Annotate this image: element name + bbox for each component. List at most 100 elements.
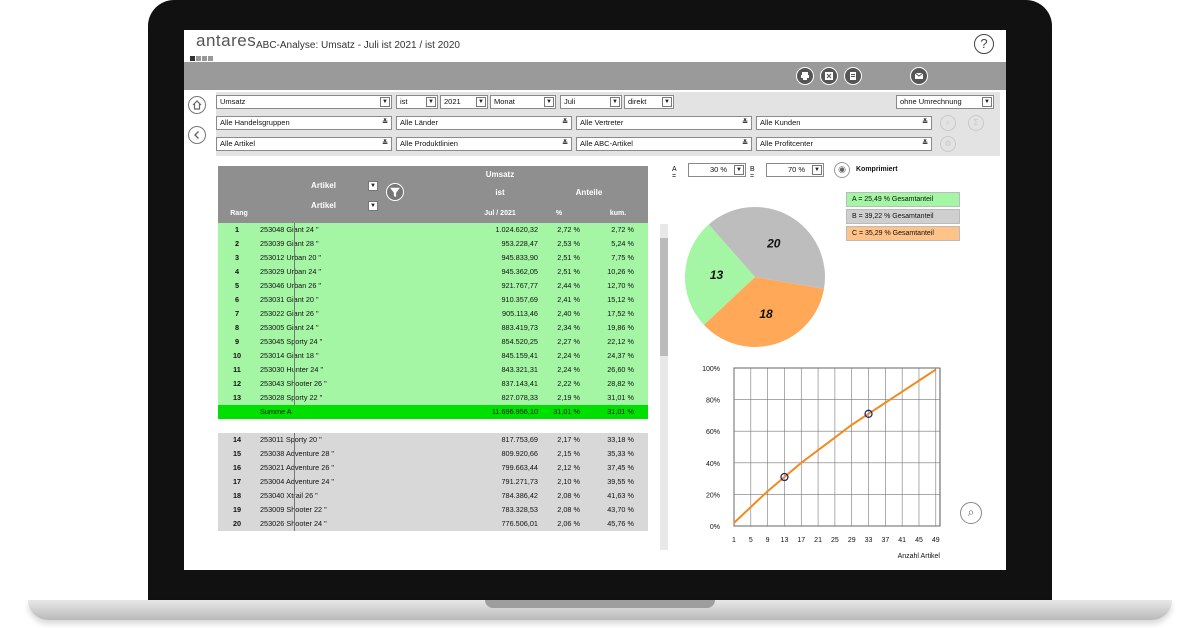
abc-artikel-select[interactable]: Alle ABC-Artikel ≚ [576, 137, 752, 151]
x-tick-label: 1 [732, 537, 736, 544]
filter-funnel-icon[interactable] [386, 183, 404, 201]
chevron-down-icon: ▼ [662, 97, 672, 107]
pct-cell: 2,12 % [557, 463, 580, 472]
scrollbar-thumb[interactable] [660, 238, 668, 356]
x-tick-label: 13 [781, 537, 789, 544]
table-row[interactable]: 7 253022 Giant 26 " 905.113,46 2,40 % 17,52 … [218, 307, 648, 321]
pct-cell: 2,19 % [557, 393, 580, 402]
pdf-icon[interactable] [844, 67, 862, 85]
ist-label: ist [495, 188, 505, 197]
table-row[interactable]: 13 253028 Sporty 22 " 827.078,33 2,19 % 31,0… [218, 391, 648, 405]
plot-area [733, 367, 941, 527]
rang-cell: 11 [233, 365, 241, 374]
summe-a-row[interactable]: Summe A 11.696.956,10 31,01 % 31,01 % [218, 405, 648, 419]
mail-icon[interactable] [910, 67, 928, 85]
handelsgruppen-value: Alle Handelsgruppen [220, 118, 290, 127]
laender-select[interactable]: Alle Länder ≚ [396, 116, 572, 130]
pct-cell: 2,08 % [557, 505, 580, 514]
cell-divider [294, 349, 295, 363]
table-row[interactable]: 5 253046 Urban 26 " 921.767,77 2,44 % 12,70 … [218, 279, 648, 293]
excel-icon[interactable] [820, 67, 838, 85]
a-threshold-select[interactable]: 30 % ▼ [688, 163, 746, 177]
artikel-group-select[interactable]: Artikel ▼ [264, 179, 380, 193]
table-row[interactable]: 6 253031 Giant 20 " 910.357,69 2,41 % 15,12 … [218, 293, 648, 307]
year-select[interactable]: 2021 ▼ [440, 95, 488, 109]
back-button[interactable] [188, 126, 206, 144]
home-button[interactable] [188, 96, 206, 114]
print-icon[interactable] [796, 67, 814, 85]
handelsgruppen-select[interactable]: Alle Handelsgruppen ≚ [216, 116, 392, 130]
table-row[interactable]: 16 253021 Adventure 26 " 799.663,44 2,12 % 3… [218, 461, 648, 475]
period-type-select[interactable]: Monat ▼ [490, 95, 556, 109]
kum-cell: 19,86 % [607, 323, 634, 332]
pct-cell: 2,15 % [557, 449, 580, 458]
produktlinien-select[interactable]: Alle Produktlinien ≚ [396, 137, 572, 151]
table-row[interactable]: 1 253048 Giant 24 " 1.024.620,32 2,72 % 2,72… [218, 223, 648, 237]
table-scrollbar[interactable] [660, 224, 668, 550]
anteile-header-block: Anteile % kum. [530, 166, 648, 223]
settings-filter-icon[interactable]: ⚙ [940, 136, 956, 152]
y-tick-label: 60% [706, 429, 720, 436]
cell-divider [294, 489, 295, 503]
zoom-icon[interactable]: ⌕ [960, 502, 982, 524]
artikel-group-value: Artikel [311, 181, 336, 190]
pct-cell: 2,27 % [557, 337, 580, 346]
abc-artikel-value: Alle ABC-Artikel [580, 139, 633, 148]
table-row[interactable]: 10 253014 Giant 18 " 845.159,41 2,24 % 24,37… [218, 349, 648, 363]
table-row[interactable]: 14 253011 Sporty 20 " 817.753,69 2,17 % 33,1… [218, 433, 648, 447]
artikel-filter-select[interactable]: Alle Artikel ≚ [216, 137, 392, 151]
table-row[interactable]: 19 253009 Shooter 22 " 783.328,53 2,08 % 43,… [218, 503, 648, 517]
umsatz-cell: 784.386,42 [501, 491, 538, 500]
artikel-filter-value: Alle Artikel [220, 139, 256, 148]
artikel-cell: 253040 Xtrail 26 " [260, 491, 318, 500]
rang-cell: 16 [232, 463, 242, 472]
pct-cell: 2,34 % [557, 323, 580, 332]
umsatz-cell: 921.767,77 [501, 281, 538, 290]
mode-select[interactable]: direkt ▼ [624, 95, 674, 109]
help-button[interactable]: ? [974, 34, 994, 54]
conversion-select[interactable]: ohne Umrechnung ▼ [896, 95, 994, 109]
rang-cell: 10 [232, 351, 242, 360]
version-select[interactable]: ist ▼ [396, 95, 438, 109]
b-threshold-label: B = [750, 166, 755, 180]
abc-legend: A = 25,49 % Gesamtanteil B = 39,22 % Ges… [846, 192, 960, 243]
kum-cell: 24,37 % [607, 351, 634, 360]
table-row[interactable]: 15 253038 Adventure 28 " 809.920,66 2,15 % 3… [218, 447, 648, 461]
table-row[interactable]: 12 253043 Shooter 26 " 837.143,41 2,22 % 28,… [218, 377, 648, 391]
y-tick-label: 40% [706, 461, 720, 468]
month-value: Juli [564, 97, 576, 106]
table-row[interactable]: 3 253012 Urban 20 " 945.833,90 2,51 % 7,75 % [218, 251, 648, 265]
antares-logo: antares [190, 31, 256, 61]
chevron-down-icon: ▼ [368, 181, 378, 191]
profitcenter-select[interactable]: Alle Profitcenter ≚ [756, 137, 932, 151]
double-chevron-icon: ≚ [382, 119, 388, 126]
y-tick-label: 20% [706, 492, 720, 499]
artikel-select[interactable]: Artikel ▼ [264, 199, 380, 213]
table-row[interactable]: 9 253045 Sporty 24 " 854.520,25 2,27 % 22,12… [218, 335, 648, 349]
eye-icon[interactable]: ◉ [834, 162, 850, 178]
cell-divider [294, 517, 295, 531]
table-row[interactable]: 2 253039 Giant 28 " 953.228,47 2,53 % 5,24 % [218, 237, 648, 251]
table-row[interactable]: 8 253005 Giant 24 " 883.419,73 2,34 % 19,86 … [218, 321, 648, 335]
table-row[interactable]: 4 253029 Urban 24 " 945.362,05 2,51 % 10,26 … [218, 265, 648, 279]
measure-select[interactable]: Umsatz ▼ [216, 95, 392, 109]
x-tick-label: 37 [881, 537, 889, 544]
sum-icon[interactable]: Σ [968, 115, 984, 131]
umsatz-cell: 1.024.620,32 [495, 225, 538, 234]
kunden-select[interactable]: Alle Kunden ≚ [756, 116, 932, 130]
umsatz-cell: 809.920,66 [501, 449, 538, 458]
double-chevron-icon: ≚ [742, 119, 748, 126]
artikel-cell: 253048 Giant 24 " [260, 225, 319, 234]
vertreter-select[interactable]: Alle Vertreter ≚ [576, 116, 752, 130]
table-row[interactable]: 17 253004 Adventure 24 " 791.271,73 2,10 % 3… [218, 475, 648, 489]
umsatz-cell: 945.362,05 [501, 267, 538, 276]
year-value: 2021 [444, 97, 461, 106]
artikel-cell: 253039 Giant 28 " [260, 239, 319, 248]
search-filter-icon[interactable]: ⌕ [940, 115, 956, 131]
pct-cell: 2,08 % [557, 491, 580, 500]
table-row[interactable]: 18 253040 Xtrail 26 " 784.386,42 2,08 % 41,6… [218, 489, 648, 503]
table-row[interactable]: 11 253030 Hunter 24 " 843.321,31 2,24 % 26,6… [218, 363, 648, 377]
b-threshold-select[interactable]: 70 % ▼ [766, 163, 824, 177]
table-row[interactable]: 20 253026 Shooter 24 " 776.506,01 2,06 % 45,… [218, 517, 648, 531]
month-select[interactable]: Juli ▼ [560, 95, 622, 109]
